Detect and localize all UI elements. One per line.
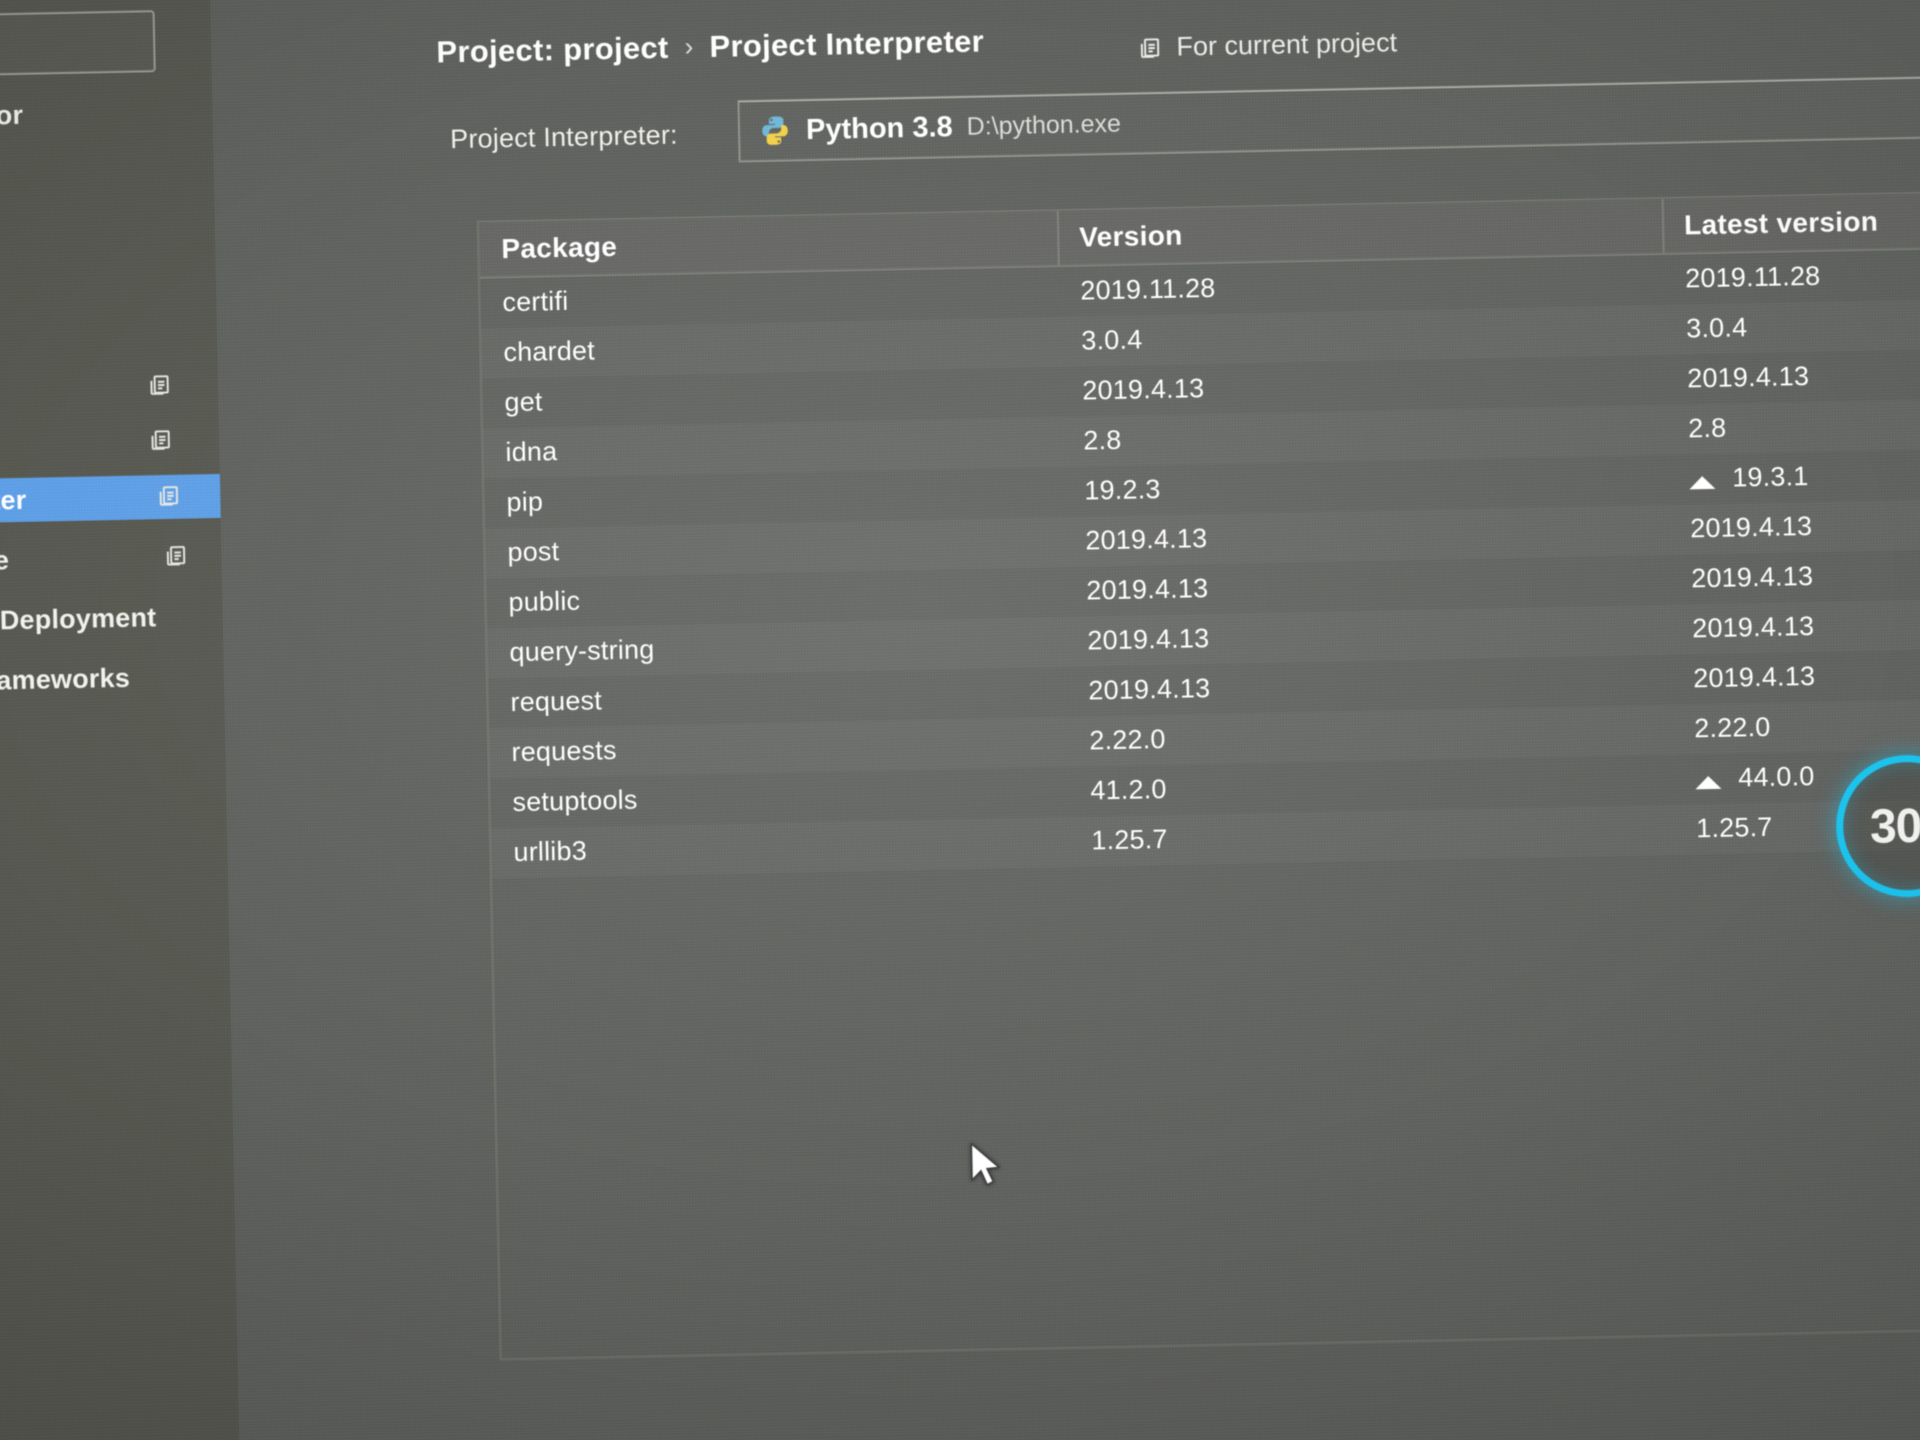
copy-icon[interactable] [162,543,189,570]
settings-main-panel: Project: project › Project Interpreter For… [210,0,1920,1440]
chevron-right-icon: › [684,31,694,62]
sidebar-item-label: Frameworks [0,662,131,696]
cell-package: public [508,585,581,618]
breadcrumb-project[interactable]: Project: project [436,30,669,70]
column-header-latest-version[interactable]: Latest version [1684,206,1879,242]
cell-version: 19.2.3 [1084,474,1161,506]
cell-latest-version: 2019.4.13 [1686,360,1810,394]
cell-package: get [504,386,543,418]
cell-version: 1.25.7 [1091,823,1168,856]
for-current-project-label: For current project [1176,27,1398,62]
cell-version: 2.22.0 [1089,723,1166,756]
sidebar-item-row-2[interactable] [0,361,218,410]
cell-latest-version: 2019.4.13 [1692,660,1816,694]
sidebar-item-behavior[interactable]: avior [0,89,213,138]
sidebar-item-project-structure[interactable]: ure [0,534,222,583]
cell-package: idna [505,436,558,468]
upgrade-available-arrow-icon[interactable] [1689,475,1716,490]
sidebar-item-project-interpreter[interactable]: reter [0,473,221,524]
cell-package: request [510,685,603,718]
cell-version: 2019.4.13 [1086,573,1209,606]
cell-version: 2.8 [1083,424,1122,456]
cell-latest-version: 2019.11.28 [1684,260,1821,294]
column-divider[interactable] [1056,211,1060,266]
column-divider[interactable] [1661,198,1665,253]
cell-version: 2019.4.13 [1087,623,1210,656]
copy-icon[interactable] [147,427,174,454]
interpreter-name: Python 3.8 [805,110,953,146]
sidebar-item-row-3[interactable] [0,419,220,468]
cell-package: query-string [509,634,655,668]
table-body: certifi 2019.11.28 2019.11.28 chardet 3.0.4 3… [480,245,1920,878]
cell-latest-version: 19.3.1 [1731,461,1809,493]
cell-version: 2019.4.13 [1085,523,1208,556]
copy-icon[interactable] [146,372,173,399]
column-header-package[interactable]: Package [501,231,617,265]
cell-version: 2019.11.28 [1080,272,1216,306]
sidebar-filter-input[interactable] [0,10,156,77]
settings-sidebar: avior reter ure n, Deployment Frameworks [0,0,241,1440]
cell-package: pip [506,486,544,518]
upgrade-available-arrow-icon[interactable] [1695,775,1722,790]
sidebar-item-build-execution-deployment[interactable]: n, Deployment [0,594,223,643]
cell-latest-version: 2019.4.13 [1691,610,1815,644]
cell-version: 2019.4.13 [1082,373,1205,406]
sidebar-item-label: ure [0,545,10,577]
cell-latest-version: 2.8 [1687,412,1727,444]
cell-package: setuptools [512,784,638,818]
cell-package: chardet [503,335,596,368]
monitor-photo: avior reter ure n, Deployment Frameworks [0,0,1920,1440]
cell-latest-version: 2019.4.13 [1689,510,1813,544]
column-header-version[interactable]: Version [1079,220,1183,254]
cell-latest-version: 3.0.4 [1685,312,1748,344]
cell-latest-version: 2.22.0 [1693,711,1771,744]
page-title: Project Interpreter [709,23,985,64]
interpreter-path: D:\python.exe [966,109,1122,141]
sidebar-item-languages-frameworks[interactable]: Frameworks [0,654,224,703]
cell-latest-version: 44.0.0 [1737,760,1815,793]
python-icon [758,113,793,148]
progress-value: 30 [1869,799,1920,854]
sidebar-item-label: avior [0,99,24,132]
cell-package: post [507,536,560,568]
copy-icon [1136,34,1163,61]
cell-package: urllib3 [513,835,588,868]
screen-content: avior reter ure n, Deployment Frameworks [0,0,1920,1440]
cell-package: certifi [502,285,569,318]
sidebar-item-label: reter [0,484,27,517]
cell-version: 3.0.4 [1081,324,1143,356]
packages-table[interactable]: Package Version Latest version certifi 20… [476,187,1920,1361]
cell-version: 41.2.0 [1090,773,1167,806]
sidebar-item-label: n, Deployment [0,602,157,636]
project-interpreter-label: Project Interpreter: [449,119,679,155]
cell-package: requests [511,735,617,768]
breadcrumb: Project: project › Project Interpreter [436,23,984,70]
project-interpreter-select[interactable]: Python 3.8 D:\python.exe [737,72,1920,163]
mouse-cursor [968,1141,1003,1195]
cell-version: 2019.4.13 [1088,673,1211,706]
cell-latest-version: 1.25.7 [1695,811,1773,844]
copy-icon[interactable] [155,483,182,510]
cell-latest-version: 2019.4.13 [1690,560,1814,594]
for-current-project-button[interactable]: For current project [1136,27,1397,63]
